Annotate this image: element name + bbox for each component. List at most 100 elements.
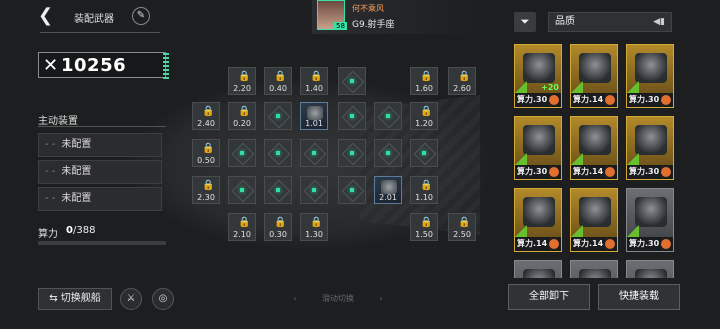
- inventory-item[interactable]: [570, 260, 618, 278]
- inventory-item[interactable]: 算力.30: [626, 116, 674, 180]
- grid-cell-locked[interactable]: 🔒 1.60: [410, 67, 438, 95]
- inventory-item[interactable]: 算力.30: [626, 44, 674, 108]
- grid-cell-empty[interactable]: [264, 102, 292, 130]
- grid-cell-empty[interactable]: [338, 102, 366, 130]
- active-slot-1[interactable]: - - 未配置: [38, 133, 162, 157]
- level-badge: 58: [334, 22, 347, 30]
- cell-value: 0.30: [269, 230, 287, 239]
- grid-cell-locked[interactable]: 🔒 1.30: [300, 213, 328, 241]
- module-type-badge-icon: [605, 95, 615, 105]
- grid-cell-locked[interactable]: 🔒 1.50: [410, 213, 438, 241]
- grid-cell-locked[interactable]: 🔒 1.10: [410, 176, 438, 204]
- type-tag-icon: [571, 81, 583, 93]
- slot-label: 未配置: [61, 139, 92, 150]
- cell-value: 1.30: [305, 230, 323, 239]
- cell-value: 2.10: [233, 230, 251, 239]
- slot-label: 未配置: [61, 193, 92, 204]
- inventory-panel: +20 算力.30 算力.14 算力.30 算力.30 算力.14 算力.30 算力.14 算力…: [512, 42, 678, 278]
- lock-icon: 🔒: [310, 71, 323, 82]
- grid-cell-locked[interactable]: 🔒 2.20: [228, 67, 256, 95]
- quick-equip-button[interactable]: 快捷装载: [598, 284, 680, 310]
- grid-cell-empty[interactable]: [374, 102, 402, 130]
- grid-cell-empty[interactable]: [228, 139, 256, 167]
- grid-cell-empty[interactable]: [264, 139, 292, 167]
- inventory-item[interactable]: 算力.14: [570, 188, 618, 252]
- pencil-icon[interactable]: ✎: [132, 7, 150, 25]
- module-type-badge-icon: [661, 239, 671, 249]
- grid-cell-empty[interactable]: [264, 176, 292, 204]
- grid-cell-locked[interactable]: 🔒 2.60: [448, 67, 476, 95]
- target-icon[interactable]: ◎: [152, 288, 174, 310]
- lock-icon: 🔒: [458, 217, 471, 228]
- type-tag-icon: [571, 225, 583, 237]
- player-info[interactable]: 58 何不乘风 G9.射手座: [312, 0, 482, 34]
- lock-icon: 🔒: [274, 71, 287, 82]
- lock-icon: 🔒: [202, 143, 215, 154]
- weapon-icon: [635, 125, 667, 155]
- inventory-item[interactable]: 算力.30: [514, 116, 562, 180]
- grid-cell-empty[interactable]: [338, 67, 366, 95]
- inventory-item[interactable]: +20 算力.30: [514, 44, 562, 108]
- grid-cell-locked[interactable]: 🔒 0.50: [192, 139, 220, 167]
- grid-cell-locked[interactable]: 🔒 0.20: [228, 102, 256, 130]
- lock-icon: 🔒: [202, 180, 215, 191]
- lock-icon: 🔒: [274, 217, 287, 228]
- inventory-item[interactable]: 算力.30: [626, 188, 674, 252]
- back-button[interactable]: ❮: [38, 6, 56, 26]
- inventory-item[interactable]: [514, 260, 562, 278]
- weapon-icon: [635, 53, 667, 83]
- grid-cell-locked[interactable]: 🔒 2.30: [192, 176, 220, 204]
- cell-value: 0.50: [197, 156, 215, 165]
- cell-value: 0.40: [269, 84, 287, 93]
- weapon-icon: [579, 197, 611, 227]
- module-type-badge-icon: [661, 95, 671, 105]
- grid-cell-locked[interactable]: 🔒 1.40: [300, 67, 328, 95]
- grid-cell-empty[interactable]: [374, 139, 402, 167]
- sort-toggle-icon: ◀▮: [653, 17, 665, 27]
- cell-value: 1.40: [305, 84, 323, 93]
- grid-cell-item[interactable]: 2.01: [374, 176, 402, 204]
- weapon-icon: [635, 197, 667, 227]
- active-slot-2[interactable]: - - 未配置: [38, 160, 162, 184]
- grid-cell-locked[interactable]: 🔒 2.40: [192, 102, 220, 130]
- weapon-icon: [579, 53, 611, 83]
- grid-cell-empty[interactable]: [338, 176, 366, 204]
- grid-cell-locked[interactable]: 🔒 0.40: [264, 67, 292, 95]
- type-tag-icon: [627, 153, 639, 165]
- quality-label: 品质: [555, 16, 575, 27]
- quality-sort-select[interactable]: 品质 ◀▮: [548, 12, 672, 32]
- switch-ship-button[interactable]: ⇆ 切换舰船: [38, 288, 112, 310]
- equipped-module-icon: [381, 180, 397, 194]
- grid-cell-empty[interactable]: [228, 176, 256, 204]
- inventory-item[interactable]: [626, 260, 674, 278]
- grid-cell-empty[interactable]: [300, 176, 328, 204]
- unequip-all-button[interactable]: 全部卸下: [508, 284, 590, 310]
- compute-current: 0: [66, 225, 73, 236]
- inventory-item[interactable]: 算力.14: [570, 44, 618, 108]
- grid-cell-empty[interactable]: [300, 139, 328, 167]
- cell-value: 2.40: [197, 119, 215, 128]
- weapon-icon: [523, 125, 555, 155]
- crossed-swords-icon[interactable]: ⚔: [120, 288, 142, 310]
- top-bar: ❮ 装配武器 ✎ 58 何不乘风 G9.射手座 ⏷ 品质 ◀▮: [0, 0, 720, 36]
- filter-button[interactable]: ⏷: [514, 12, 536, 32]
- lock-icon: 🔒: [238, 106, 251, 117]
- grid-cell-locked[interactable]: 🔒 1.20: [410, 102, 438, 130]
- grid-cell-locked[interactable]: 🔒 0.30: [264, 213, 292, 241]
- lock-icon: 🔒: [310, 217, 323, 228]
- grid-cell-locked[interactable]: 🔒 2.50: [448, 213, 476, 241]
- inventory-item[interactable]: 算力.14: [514, 188, 562, 252]
- grid-cell-locked[interactable]: 🔒 2.10: [228, 213, 256, 241]
- grid-cell-item[interactable]: 1.01: [300, 102, 328, 130]
- type-tag-icon: [515, 81, 527, 93]
- inventory-item[interactable]: 算力.14: [570, 116, 618, 180]
- weapon-icon: [635, 269, 667, 278]
- active-slot-3[interactable]: - - 未配置: [38, 187, 162, 211]
- grid-cell-empty[interactable]: [410, 139, 438, 167]
- grid-cell-empty[interactable]: [338, 139, 366, 167]
- cell-value: 2.30: [197, 193, 215, 202]
- compute-max: /388: [72, 225, 96, 236]
- filter-icon: ⏷: [520, 15, 530, 28]
- module-type-badge-icon: [605, 167, 615, 177]
- active-equipment-title: 主动装置: [38, 116, 78, 127]
